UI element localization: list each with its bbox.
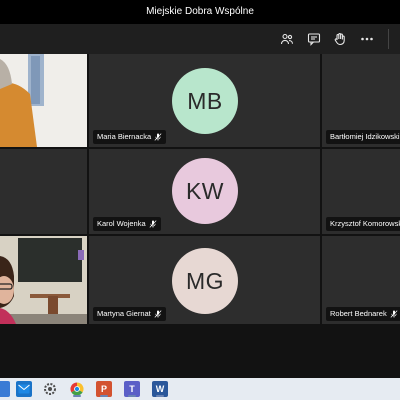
participant-name-label: Maria Biernacka — [93, 130, 167, 144]
chat-icon[interactable] — [305, 30, 323, 48]
avatar: MG — [172, 248, 238, 314]
mic-muted-icon — [149, 220, 157, 228]
meeting-toolbar — [0, 24, 400, 54]
word-icon: W — [155, 384, 165, 394]
participant-name: Karol Wojenka — [97, 219, 146, 228]
participant-name: Robert Bednarek — [330, 309, 387, 318]
running-indicator — [156, 395, 164, 397]
participant-name-label: Krzysztof Komorowski — [326, 217, 400, 231]
participant-name-label: Bartłomiej Idzikowski — [326, 130, 400, 144]
video-tile-left-1[interactable] — [0, 54, 87, 147]
mic-muted-icon — [154, 310, 162, 318]
participant-video — [0, 54, 87, 147]
taskbar: P T W — [0, 378, 400, 400]
avatar: KW — [172, 158, 238, 224]
mic-muted-icon — [154, 133, 162, 141]
participant-name-label: Karol Wojenka — [93, 217, 161, 231]
participant-tile[interactable]: Robert Bednarek — [322, 236, 400, 324]
toolbar-divider — [388, 29, 389, 49]
mic-muted-icon — [390, 310, 398, 318]
participant-tile[interactable]: Krzysztof Komorowski — [322, 149, 400, 234]
avatar: MB — [172, 68, 238, 134]
participant-tile[interactable]: KW Karol Wojenka — [89, 149, 320, 234]
participant-name: Bartłomiej Idzikowski — [330, 132, 400, 141]
settings-app[interactable] — [42, 381, 58, 397]
mail-icon — [18, 384, 30, 394]
video-tile-left-3[interactable] — [0, 236, 87, 324]
chrome-app[interactable] — [69, 381, 85, 397]
participant-name: Krzysztof Komorowski — [330, 219, 400, 228]
window-title: Miejskie Dobra Wspólne — [146, 6, 254, 17]
participant-name-label: Martyna Giernat — [93, 307, 166, 321]
word-app[interactable]: W — [152, 381, 168, 397]
chrome-icon — [70, 382, 84, 396]
participant-name: Maria Biernacka — [97, 132, 152, 141]
participant-name: Martyna Giernat — [97, 309, 151, 318]
running-indicator — [100, 395, 108, 397]
gear-icon — [44, 383, 56, 395]
running-indicator — [128, 395, 136, 397]
task-view-icon[interactable] — [0, 381, 10, 397]
video-grid: MB Maria Biernacka Bartłomiej Idzikowski… — [0, 54, 400, 378]
powerpoint-app[interactable]: P — [96, 381, 112, 397]
participant-video — [0, 236, 87, 324]
participant-tile[interactable]: MG Martyna Giernat — [89, 236, 320, 324]
participant-name-label: Robert Bednarek — [326, 307, 400, 321]
participant-tile[interactable]: Bartłomiej Idzikowski — [322, 54, 400, 147]
participant-tile[interactable]: MB Maria Biernacka — [89, 54, 320, 147]
mail-app[interactable] — [16, 381, 32, 397]
title-bar: Miejskie Dobra Wspólne — [0, 0, 400, 24]
people-icon[interactable] — [278, 30, 296, 48]
teams-app[interactable]: T — [124, 381, 140, 397]
powerpoint-icon: P — [100, 384, 107, 394]
more-icon[interactable] — [358, 30, 376, 48]
running-indicator — [73, 395, 81, 397]
teams-icon: T — [129, 384, 135, 394]
raise-hand-icon[interactable] — [331, 30, 349, 48]
video-tile-left-2[interactable] — [0, 149, 87, 234]
